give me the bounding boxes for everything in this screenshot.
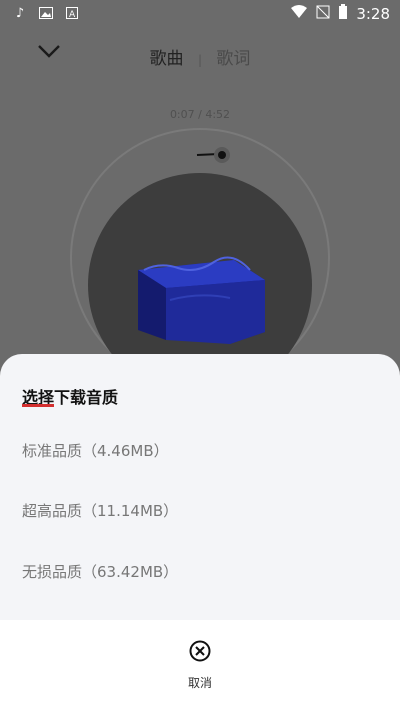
clock: 3:28 (356, 5, 390, 23)
player-tabs: 歌曲 | 歌词 (0, 44, 400, 69)
tab-lyrics[interactable]: 歌词 (216, 49, 250, 69)
album-cover-image (138, 256, 265, 344)
battery-icon (338, 4, 348, 24)
title-accent-underline (22, 404, 54, 407)
notification-icons: ♪ A (12, 5, 80, 21)
quality-option-high[interactable]: 超高品质（11.14MB） (22, 500, 178, 521)
system-icons: 3:28 (290, 4, 390, 24)
cancel-label: 取消 (187, 676, 212, 690)
download-quality-sheet: 选择下载音质 标准品质（4.46MB） 超高品质（11.14MB） 无损品质（6… (0, 354, 400, 710)
tab-divider: | (197, 53, 203, 67)
quality-option-standard[interactable]: 标准品质（4.46MB） (22, 440, 169, 461)
wifi-icon (290, 5, 308, 23)
quality-option-lossless[interactable]: 无损品质（63.42MB） (22, 561, 178, 582)
playback-time: 0:07 / 4:52 (0, 108, 400, 121)
svg-text:A: A (69, 10, 76, 19)
tab-song[interactable]: 歌曲 (150, 49, 184, 69)
total-duration: 4:52 (205, 108, 231, 121)
no-signal-icon (316, 5, 330, 23)
app-notification-icon: A (64, 5, 80, 21)
close-circle-icon[interactable] (189, 640, 211, 662)
player-screen: 歌曲 | 歌词 0:07 / 4:52 (0, 28, 400, 397)
image-icon (38, 5, 54, 21)
music-note-icon: ♪ (15, 5, 25, 21)
time-separator: / (194, 108, 206, 121)
cancel-button[interactable]: 取消 (0, 620, 400, 710)
current-time: 0:07 (169, 108, 195, 121)
progress-knob-icon[interactable] (195, 146, 235, 166)
status-bar: ♪ A 3:28 (0, 0, 400, 28)
